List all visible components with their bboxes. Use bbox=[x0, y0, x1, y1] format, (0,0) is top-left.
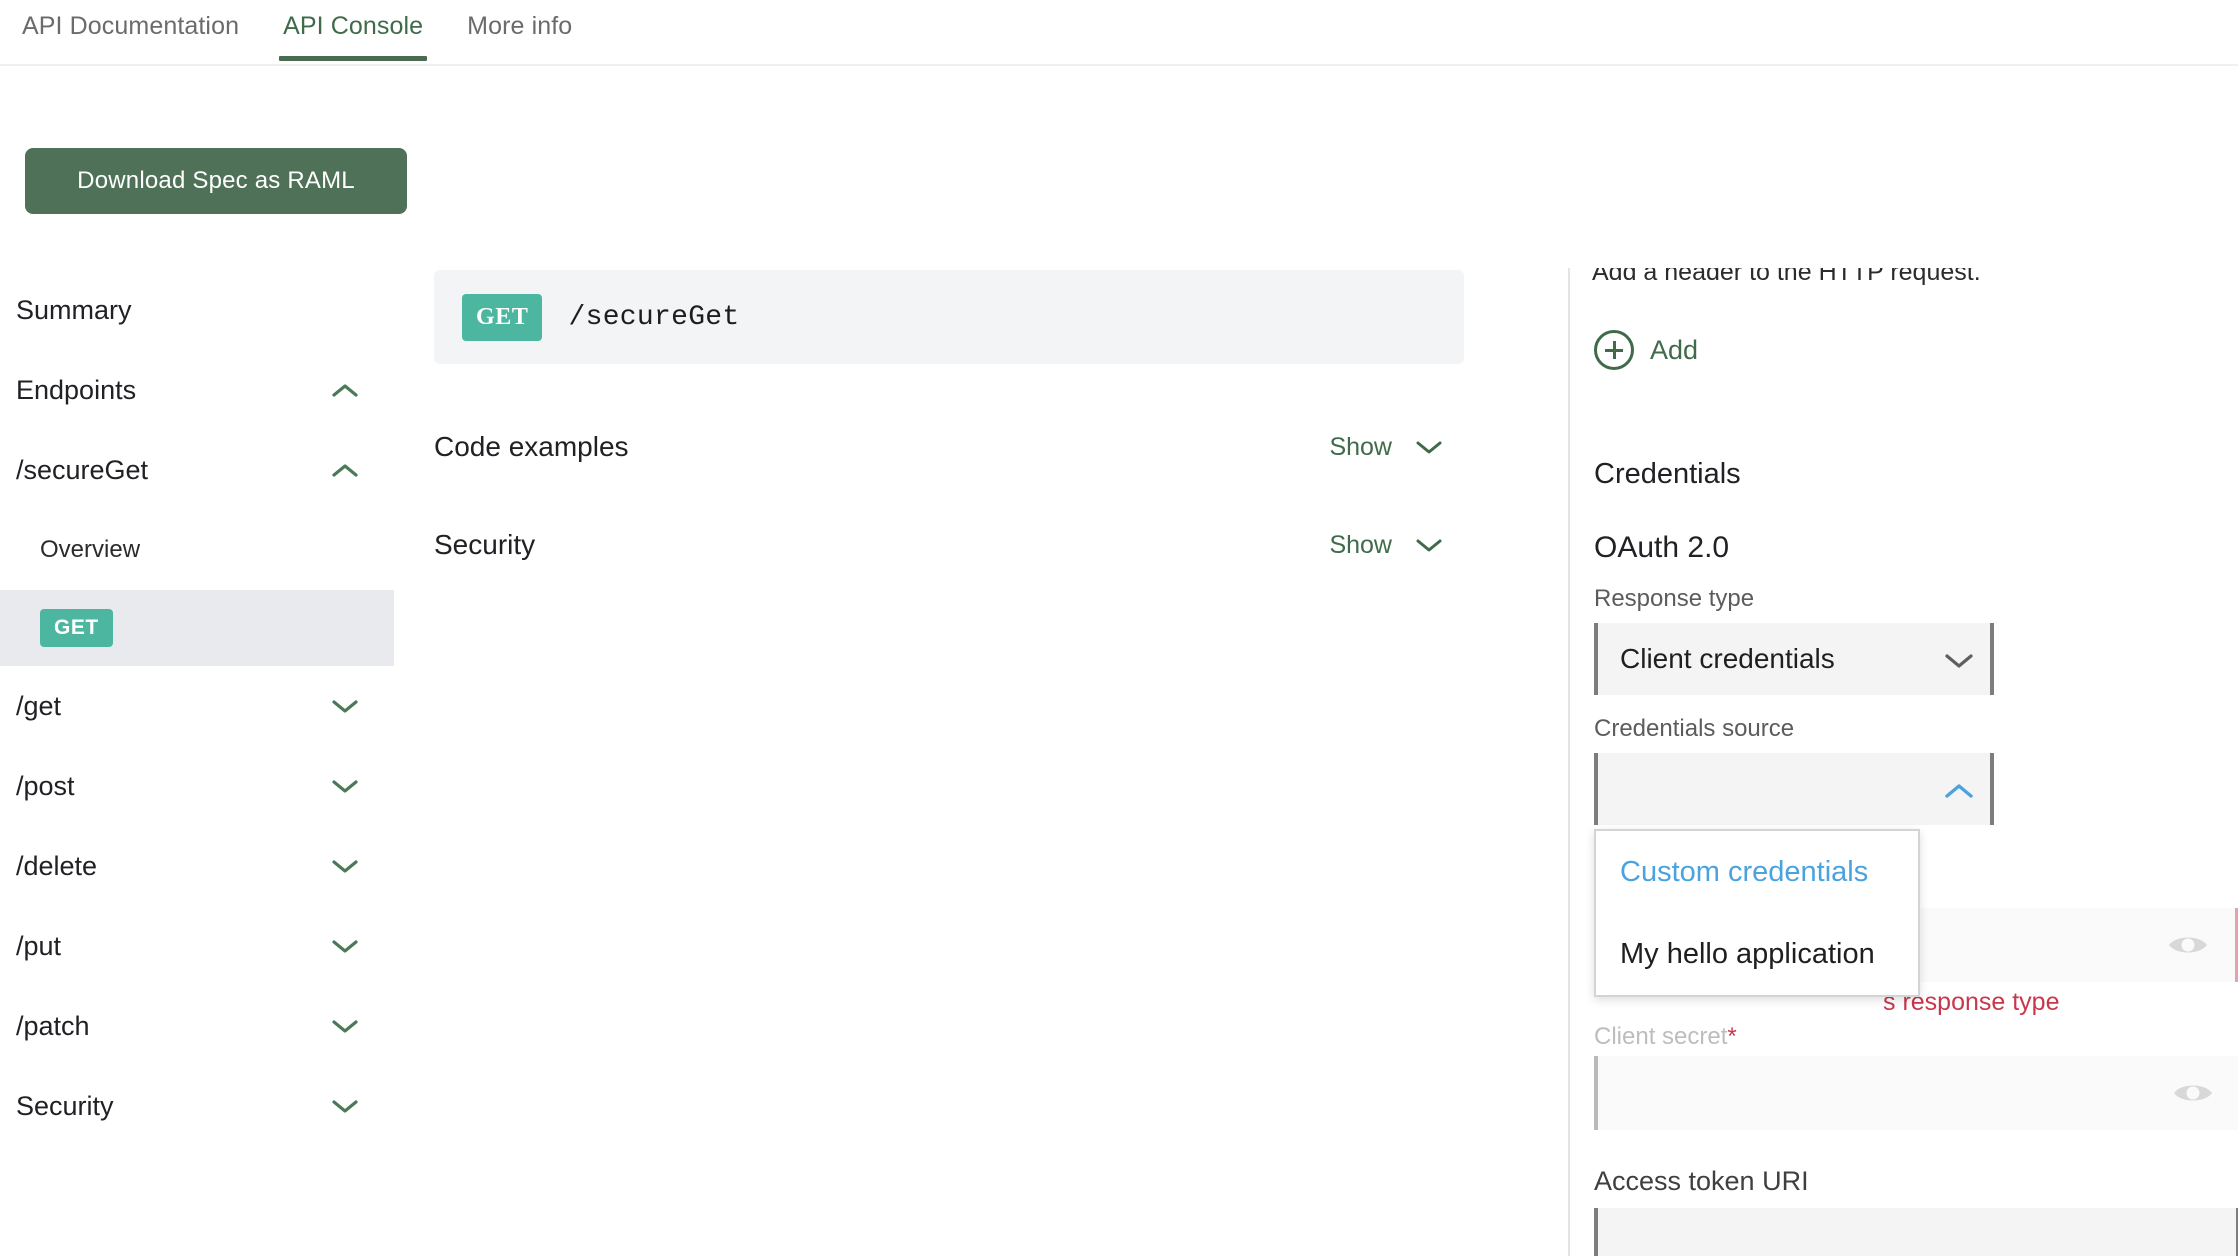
chevron-up-icon bbox=[332, 383, 358, 398]
chevron-down-icon bbox=[332, 1019, 358, 1034]
dropdown-option-custom-credentials[interactable]: Custom credentials bbox=[1596, 831, 1918, 913]
show-label: Show bbox=[1329, 433, 1392, 462]
client-secret-input[interactable] bbox=[1594, 1056, 2238, 1130]
sidebar-item-label: /secureGet bbox=[16, 455, 148, 486]
access-token-uri-label: Access token URI bbox=[1594, 1166, 1809, 1197]
chevron-down-icon bbox=[1416, 538, 1442, 553]
sidebar-item-put[interactable]: /put bbox=[0, 906, 394, 986]
chevron-down-icon bbox=[1944, 652, 1970, 667]
access-token-uri-input[interactable] bbox=[1594, 1208, 2238, 1256]
request-config-panel: Add a header to the HTTP request. Add Cr… bbox=[1568, 268, 2238, 1256]
tab-list: API Documentation API Console More info bbox=[0, 0, 2238, 66]
tab-label: More info bbox=[467, 12, 572, 40]
sidebar-item-get-method[interactable]: GET bbox=[0, 590, 394, 666]
show-toggle[interactable]: Show bbox=[1329, 531, 1442, 560]
sidebar-item-label: /put bbox=[16, 931, 61, 962]
sidebar-item-summary[interactable]: Summary bbox=[0, 270, 394, 350]
response-type-value: Client credentials bbox=[1620, 643, 1835, 675]
sidebar-item-label: /post bbox=[16, 771, 75, 802]
sidebar-item-endpoints[interactable]: Endpoints bbox=[0, 350, 394, 430]
chevron-down-icon bbox=[332, 1099, 358, 1114]
show-toggle[interactable]: Show bbox=[1329, 433, 1442, 462]
sidebar-item-secureget[interactable]: /secureGet bbox=[0, 430, 394, 510]
response-type-select[interactable]: Client credentials bbox=[1594, 623, 1994, 695]
chevron-down-icon bbox=[332, 939, 358, 954]
section-title: Security bbox=[434, 529, 535, 561]
method-badge-get: GET bbox=[40, 609, 113, 647]
chevron-down-icon bbox=[332, 699, 358, 714]
api-console-page: API Documentation API Console More info … bbox=[0, 0, 2238, 1256]
tab-label: API Console bbox=[283, 12, 423, 40]
sidebar-item-label: /patch bbox=[16, 1011, 90, 1042]
sidebar-item-overview[interactable]: Overview bbox=[0, 510, 394, 590]
sidebar-item-label: Summary bbox=[16, 295, 132, 326]
sidebar-item-label: Overview bbox=[16, 536, 140, 564]
add-header-button[interactable]: Add bbox=[1594, 330, 1698, 370]
plus-circle-icon bbox=[1594, 330, 1634, 370]
sidebar-item-label: Security bbox=[16, 1091, 114, 1122]
oauth-heading: OAuth 2.0 bbox=[1594, 531, 1729, 565]
method-badge-get: GET bbox=[462, 294, 542, 341]
response-type-label: Response type bbox=[1594, 585, 1754, 613]
sidebar-item-delete[interactable]: /delete bbox=[0, 826, 394, 906]
chevron-up-icon bbox=[332, 463, 358, 478]
tab-label: API Documentation bbox=[22, 12, 239, 40]
chevron-down-icon bbox=[1416, 440, 1442, 455]
dropdown-option-my-hello-application[interactable]: My hello application bbox=[1596, 913, 1918, 995]
credentials-source-dropdown: Custom credentials My hello application bbox=[1594, 829, 1920, 997]
download-spec-button[interactable]: Download Spec as RAML bbox=[25, 148, 407, 214]
headers-hint-text: Add a header to the HTTP request. bbox=[1592, 268, 1981, 287]
client-secret-label-text: Client secret bbox=[1594, 1023, 1727, 1050]
tab-api-console[interactable]: API Console bbox=[261, 0, 445, 61]
sidebar-item-label: /delete bbox=[16, 851, 97, 882]
add-header-label: Add bbox=[1650, 335, 1698, 366]
endpoint-header: GET /secureGet bbox=[434, 270, 1464, 364]
show-label: Show bbox=[1329, 531, 1392, 560]
chevron-down-icon bbox=[332, 779, 358, 794]
dropdown-option-label: Custom credentials bbox=[1620, 856, 1868, 889]
spacer bbox=[332, 303, 358, 318]
section-title: Code examples bbox=[434, 431, 629, 463]
required-asterisk: * bbox=[1727, 1023, 1736, 1050]
sidebar-item-label: /get bbox=[16, 691, 61, 722]
tab-more-info[interactable]: More info bbox=[445, 0, 594, 61]
tab-api-documentation[interactable]: API Documentation bbox=[0, 0, 261, 61]
client-secret-label: Client secret* bbox=[1594, 1023, 1737, 1051]
eye-icon[interactable] bbox=[2172, 1079, 2214, 1107]
endpoint-path: /secureGet bbox=[568, 302, 739, 333]
credentials-source-label: Credentials source bbox=[1594, 715, 1794, 743]
credentials-heading: Credentials bbox=[1594, 458, 1741, 491]
dropdown-option-label: My hello application bbox=[1620, 938, 1875, 971]
section-code-examples[interactable]: Code examples Show bbox=[434, 400, 1464, 494]
sidebar-nav: Summary Endpoints /secureGet Overview GE… bbox=[0, 270, 394, 1256]
sidebar-item-security[interactable]: Security bbox=[0, 1066, 394, 1146]
sidebar-item-post[interactable]: /post bbox=[0, 746, 394, 826]
credentials-source-select[interactable] bbox=[1594, 753, 1994, 825]
sidebar-item-patch[interactable]: /patch bbox=[0, 986, 394, 1066]
chevron-down-icon bbox=[332, 859, 358, 874]
top-tab-bar: API Documentation API Console More info bbox=[0, 0, 2238, 66]
sidebar-item-label: Endpoints bbox=[16, 375, 136, 406]
main-content: GET /secureGet Code examples Show Securi… bbox=[434, 270, 1524, 592]
spacer bbox=[332, 543, 358, 558]
chevron-up-icon bbox=[1944, 782, 1970, 797]
section-security[interactable]: Security Show bbox=[434, 498, 1464, 592]
sidebar-item-get[interactable]: /get bbox=[0, 666, 394, 746]
eye-icon[interactable] bbox=[2167, 931, 2209, 959]
